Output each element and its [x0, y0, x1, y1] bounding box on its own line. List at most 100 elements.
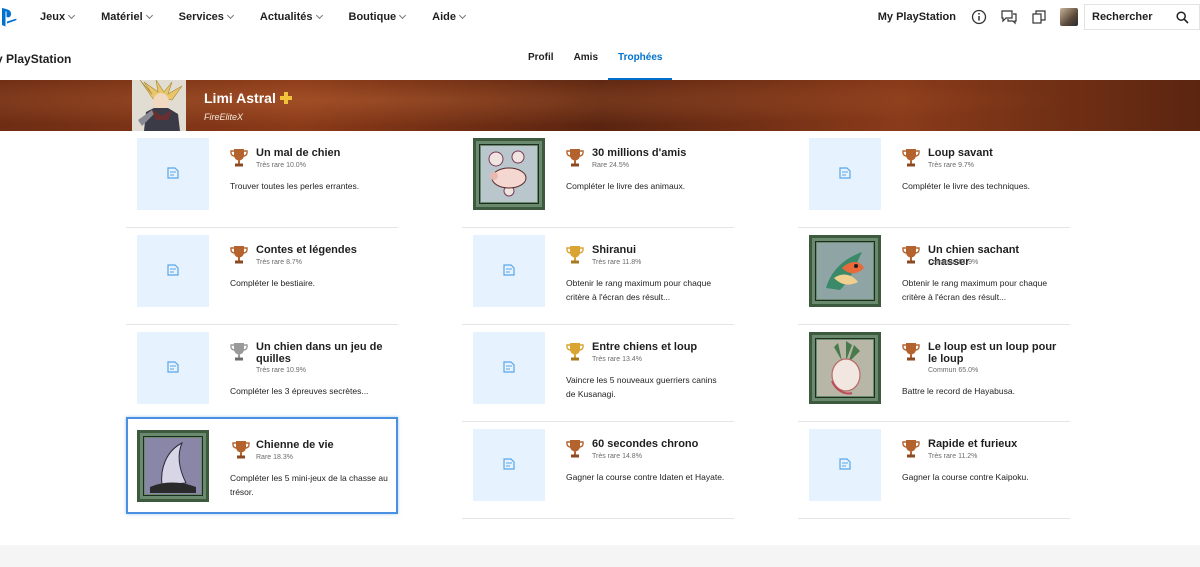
- trophy-card[interactable]: Shiranui Très rare 11.8% Obtenir le rang…: [462, 228, 734, 325]
- trophy-art-fish: [809, 235, 881, 307]
- trophy-card[interactable]: 60 secondes chrono Très rare 14.8% Gagne…: [462, 422, 734, 519]
- nav-label: Services: [178, 11, 224, 23]
- profile-name-text: Limi Astral: [204, 90, 276, 106]
- nav-item-jeux[interactable]: Jeux: [40, 11, 76, 23]
- trophy-card[interactable]: Loup savant Très rare 9.7% Compléter le …: [798, 131, 1070, 228]
- trophy-art-blade: [137, 430, 209, 502]
- trophy-title: Rapide et furieux: [928, 438, 1018, 450]
- trophy-title: Un mal de chien: [256, 147, 341, 159]
- nav-label: Actualités: [259, 11, 313, 23]
- online-id: FireEliteX: [204, 112, 244, 122]
- trophy-rarity: Commun 81.9%: [928, 259, 979, 266]
- trophy-card[interactable]: Le loup est un loup pour le loup Commun …: [798, 325, 1070, 422]
- profile-name: Limi Astral: [204, 90, 292, 106]
- profile-subnav: y PlayStation Profil Amis Trophées: [0, 34, 1200, 80]
- trophy-description: Battre le record de Hayabusa.: [902, 386, 1015, 396]
- trophy-rarity: Très rare 8.7%: [256, 259, 303, 266]
- nav-label: Boutique: [348, 11, 397, 23]
- bronze-trophy-icon: [902, 149, 920, 167]
- tab-trophees[interactable]: Trophées: [608, 34, 673, 80]
- trophy-card[interactable]: Contes et légendes Très rare 8.7% Complé…: [126, 228, 398, 325]
- help-icon[interactable]: [970, 8, 988, 26]
- bronze-trophy-icon: [902, 440, 920, 458]
- trophy-placeholder-image: [137, 235, 209, 307]
- trophy-placeholder-image: [809, 429, 881, 501]
- trophy-rarity: Très rare 10.9%: [256, 367, 306, 374]
- nav-label: Matériel: [101, 11, 143, 23]
- trophy-rarity: Très rare 9.7%: [928, 162, 975, 169]
- trophy-card[interactable]: Rapide et furieux Très rare 11.2% Gagner…: [798, 422, 1070, 519]
- bronze-trophy-icon: [230, 246, 248, 264]
- bronze-trophy-icon: [566, 440, 584, 458]
- trophy-title: Entre chiens et loup: [592, 341, 698, 353]
- chevron-down-icon: [145, 11, 153, 20]
- page-footer-strip: [0, 545, 1200, 567]
- search-icon: [1176, 11, 1189, 24]
- ps-plus-icon: [279, 92, 292, 104]
- trophy-card[interactable]: Un mal de chien Très rare 10.0% Trouver …: [126, 131, 398, 228]
- trophy-title: Shiranui: [592, 244, 637, 256]
- nav-item-actualites[interactable]: Actualités: [259, 11, 323, 23]
- nav-item-services[interactable]: Services: [178, 11, 234, 23]
- hidden-trophy-icon: [839, 167, 851, 179]
- trophy-card[interactable]: Entre chiens et loup Très rare 13.4% Vai…: [462, 325, 734, 422]
- trophy-rarity: Commun 65.0%: [928, 367, 979, 374]
- silver-trophy-icon: [230, 343, 248, 361]
- trophy-rarity: Très rare 10.0%: [256, 162, 306, 169]
- boar-art: [481, 146, 537, 202]
- trophy-rarity: Très rare 14.8%: [592, 453, 642, 460]
- trophy-description: Trouver toutes les perles errantes.: [230, 181, 360, 191]
- trophy-placeholder-image: [473, 235, 545, 307]
- trophy-placeholder-image: [137, 138, 209, 210]
- game-library-icon[interactable]: [1030, 8, 1048, 26]
- trophy-description: Obtenir le rang maximum pour chaque crit…: [566, 278, 712, 302]
- radish-art: [817, 340, 873, 396]
- trophy-card[interactable]: Chienne de vie Rare 18.3% Compléter les …: [126, 417, 398, 514]
- trophy-description: Compléter le livre des techniques.: [902, 181, 1031, 191]
- trophy-placeholder-image: [473, 429, 545, 501]
- hidden-trophy-icon: [503, 458, 515, 470]
- nav-item-aide[interactable]: Aide: [432, 11, 467, 23]
- trophy-title: Chienne de vie: [256, 439, 334, 451]
- nav-label: Aide: [432, 11, 457, 23]
- chevron-down-icon: [68, 11, 76, 20]
- playstation-logo-icon[interactable]: [0, 6, 18, 28]
- trophy-title: Le loup est un loup pour le loup: [928, 341, 1057, 365]
- trophy-rarity: Très rare 13.4%: [592, 356, 642, 363]
- bronze-trophy-icon: [566, 149, 584, 167]
- trophy-description: Compléter le livre des animaux.: [566, 181, 686, 191]
- messages-icon[interactable]: [1000, 8, 1018, 26]
- gold-trophy-icon: [566, 343, 584, 361]
- trophy-card[interactable]: 30 millions d'amis Rare 24.5% Compléter …: [462, 131, 734, 228]
- nav-item-boutique[interactable]: Boutique: [348, 11, 407, 23]
- trophy-card[interactable]: Un chien dans un jeu de quilles Très rar…: [126, 325, 398, 422]
- profile-tabs: Profil Amis Trophées: [518, 34, 673, 80]
- nav-right-group: My PlayStation Rechercher: [878, 0, 1200, 34]
- bronze-trophy-icon: [902, 343, 920, 361]
- hidden-trophy-icon: [167, 264, 179, 276]
- trophy-rarity: Rare 18.3%: [256, 454, 293, 461]
- trophy-art-boar: [473, 138, 545, 210]
- bronze-trophy-icon: [902, 246, 920, 264]
- nav-item-materiel[interactable]: Matériel: [101, 11, 153, 23]
- trophy-placeholder-image: [137, 332, 209, 404]
- trophy-rarity: Rare 24.5%: [592, 162, 629, 169]
- tab-amis[interactable]: Amis: [564, 34, 608, 80]
- section-title[interactable]: y PlayStation: [0, 52, 71, 66]
- bronze-trophy-icon: [232, 441, 250, 459]
- trophy-description: Compléter le bestiaire.: [230, 278, 316, 288]
- trophy-card[interactable]: Un chien sachant chasser Commun 81.9% Ob…: [798, 228, 1070, 325]
- blade-art: [145, 438, 201, 494]
- gold-trophy-icon: [566, 246, 584, 264]
- profile-banner: Limi Astral FireEliteX: [0, 80, 1200, 131]
- trophy-placeholder-image: [473, 332, 545, 404]
- profile-avatar: [132, 80, 186, 131]
- main-menu: Jeux Matériel Services Actualités Boutiq…: [40, 0, 492, 34]
- my-playstation-link[interactable]: My PlayStation: [878, 11, 956, 23]
- search-button[interactable]: Rechercher: [1084, 4, 1200, 30]
- hidden-trophy-icon: [167, 167, 179, 179]
- tab-profil[interactable]: Profil: [518, 34, 564, 80]
- trophy-rarity: Très rare 11.8%: [592, 259, 642, 266]
- user-avatar[interactable]: [1060, 8, 1078, 26]
- trophy-placeholder-image: [809, 138, 881, 210]
